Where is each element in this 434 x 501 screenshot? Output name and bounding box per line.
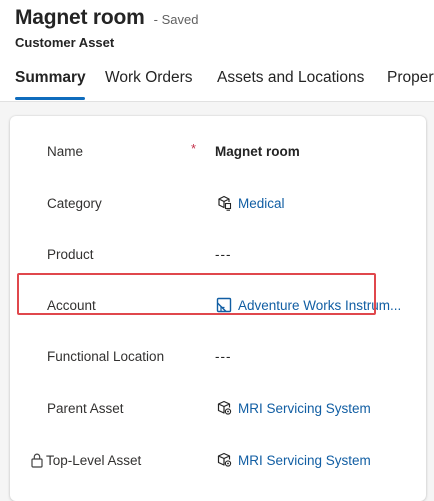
- asset-icon: [217, 452, 232, 467]
- functional-location-field[interactable]: ---: [215, 349, 232, 364]
- field-label: Category: [47, 196, 102, 211]
- field-functional-location: Functional Location ---: [10, 343, 426, 373]
- category-lookup: Medical: [215, 194, 285, 212]
- active-tab-indicator: [15, 97, 85, 100]
- parent-asset-lookup: MRI Servicing System: [215, 399, 371, 417]
- field-product: Product ---: [10, 241, 426, 271]
- field-top-level-asset: Top-Level Asset MRI Servicing System: [10, 447, 426, 477]
- save-status: - Saved: [153, 12, 199, 27]
- customer-asset-form: Magnet room - Saved Customer Asset Summa…: [0, 0, 434, 501]
- category-icon: [218, 195, 232, 211]
- tab-bar: Summary Work Orders Assets and Locations…: [0, 66, 434, 102]
- field-label: Product: [47, 247, 94, 262]
- field-category: Category Medical: [10, 190, 426, 220]
- name-field[interactable]: Magnet room: [215, 144, 300, 159]
- tab-assets-and-locations[interactable]: Assets and Locations: [217, 69, 364, 87]
- tab-properties[interactable]: Properties: [387, 69, 434, 87]
- field-label: Top-Level Asset: [46, 453, 142, 468]
- field-parent-asset: Parent Asset MRI Servicing System: [10, 395, 426, 425]
- tab-work-orders[interactable]: Work Orders: [105, 69, 193, 87]
- asset-icon: [217, 400, 232, 415]
- required-marker: *: [191, 141, 197, 156]
- lock-icon: [31, 453, 43, 468]
- product-field[interactable]: ---: [215, 247, 232, 262]
- field-label: Functional Location: [47, 349, 165, 364]
- category-link[interactable]: Medical: [238, 196, 285, 211]
- parent-asset-highlight-box: [17, 273, 376, 315]
- field-name: Name * Magnet room: [10, 138, 426, 168]
- form-header: Magnet room - Saved Customer Asset Summa…: [0, 0, 434, 102]
- field-label: Parent Asset: [47, 401, 124, 416]
- top-level-asset-lookup: MRI Servicing System: [215, 451, 371, 469]
- top-level-asset-link[interactable]: MRI Servicing System: [238, 453, 371, 468]
- tab-summary[interactable]: Summary: [15, 69, 86, 87]
- entity-type-label: Customer Asset: [15, 35, 115, 50]
- page-title: Magnet room: [15, 6, 145, 29]
- field-label: Name: [47, 144, 84, 159]
- parent-asset-link[interactable]: MRI Servicing System: [238, 401, 371, 416]
- title-row: Magnet room - Saved: [15, 6, 198, 30]
